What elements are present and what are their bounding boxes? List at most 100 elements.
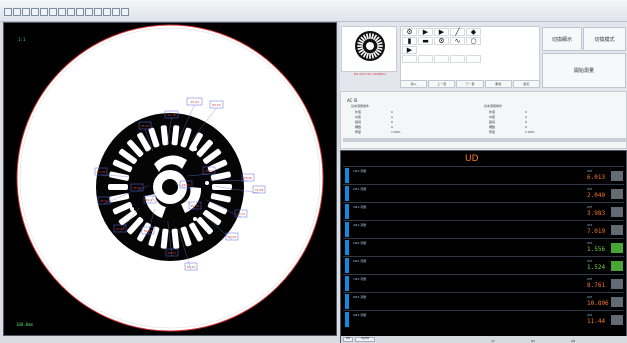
thumbnail-caption: DS-Q0.0 50-12468(1) (353, 72, 387, 76)
dimension-label: 48.81 (100, 199, 109, 203)
switch-display-button[interactable]: 切換顯示 (542, 27, 582, 51)
zoom-out-icon[interactable] (31, 8, 39, 16)
dimension-label: 60.22 (187, 265, 196, 269)
switch-mode-button[interactable]: 切換模式 (583, 27, 626, 51)
row-status-badge (611, 207, 623, 217)
measurement-row[interactable]: 4#1-測量 OM 7.019 (343, 220, 624, 237)
left-param-value: 1.00% (391, 130, 401, 134)
circle-icon[interactable] (67, 8, 75, 16)
measurement-results-panel[interactable]: UD 1#1-測量 OM 6.013 2#1-測量 OM 2.040 3#1-測… (340, 150, 627, 343)
row-indicator (345, 186, 349, 201)
measurement-result-tab[interactable]: 測量結果 (355, 337, 375, 342)
row-indicator (345, 204, 349, 219)
row-status-badge (611, 315, 623, 325)
row-status-badge (611, 297, 623, 307)
action-bar: 導入 上一頁 下一頁 刪除 確定 (400, 80, 541, 88)
block-icon[interactable]: ▬ (418, 37, 433, 45)
empty-slot[interactable] (402, 55, 417, 63)
result-tab[interactable]: 結果 (343, 337, 353, 342)
circle-icon[interactable]: ○ (466, 37, 481, 45)
confirm-button[interactable]: 確定 (512, 80, 541, 88)
dimension-label: 26.20 (182, 183, 191, 187)
row-label: 2#1-測量 (353, 187, 367, 191)
dimension-label: 45.76 (167, 113, 176, 117)
row-indicator (345, 258, 349, 273)
zoom-in-icon[interactable] (22, 8, 30, 16)
measurement-row[interactable]: 7#2-測量 OM 8.761 (343, 274, 624, 291)
delete-button[interactable]: 刪除 (484, 80, 512, 88)
empty-slot[interactable] (450, 55, 465, 63)
right-param-label: 厚度 (489, 130, 496, 134)
measurement-viewer[interactable]: 35.94 82.50 45.76 28.36 63.68 36.40 48.81 40.53… (3, 22, 337, 336)
measurement-row[interactable]: 2#1-測量 OM 2.040 (343, 184, 624, 201)
row-status-badge (611, 171, 623, 181)
rectangle-icon[interactable] (58, 8, 66, 16)
dimension-label: 35.00 (205, 169, 214, 173)
row-value: 1.556 (587, 246, 606, 253)
gear-icon[interactable]: ⚙ (434, 37, 449, 45)
left-param-header: 基本測量條件 (351, 104, 370, 108)
left-param-label: 內徑 (355, 115, 362, 119)
bar-icon[interactable]: ▮ (402, 37, 417, 45)
save-icon[interactable] (13, 8, 21, 16)
row-value: 3.983 (587, 210, 606, 217)
empty-slot[interactable] (434, 55, 449, 63)
row-label: 7#2-測量 (353, 277, 367, 281)
right-param-label: 內徑 (489, 115, 496, 119)
next-page-button[interactable]: 下一頁 (456, 80, 484, 88)
left-param-value: 0 (391, 110, 393, 114)
measurement-row[interactable]: 5#2-測量 OM 1.556 (343, 238, 624, 255)
settings-icon[interactable] (85, 8, 93, 16)
row-label: 6#2-測量 (353, 259, 367, 263)
stator-slot (212, 184, 232, 190)
dimension-label: 74.64 (255, 188, 264, 192)
grid-icon[interactable] (76, 8, 84, 16)
diamond-icon[interactable]: ◆ (466, 28, 481, 36)
measurement-row[interactable]: 6#2-測量 OM 1.524 (343, 256, 624, 273)
line-icon[interactable] (49, 8, 57, 16)
top-toolbar (0, 0, 627, 22)
row-unit-label: OM (587, 169, 592, 173)
info-icon[interactable] (121, 8, 129, 16)
import-button[interactable]: 導入 (400, 80, 428, 88)
line-icon[interactable]: ╱ (450, 28, 465, 36)
measurement-row[interactable]: 8#3-測量 OM 10.806 (343, 292, 624, 309)
print-icon[interactable] (103, 8, 111, 16)
measurement-row[interactable]: 1#1-測量 OM 6.013 (343, 166, 624, 183)
row-label: 9#3-測量 (353, 313, 367, 317)
play-icon[interactable]: ▶ (402, 46, 417, 54)
right-param-value: 1.00% (525, 130, 535, 134)
wave-icon[interactable]: ∿ (450, 37, 465, 45)
open-icon[interactable] (4, 8, 12, 16)
empty-slot[interactable] (418, 55, 433, 63)
row-status-badge (611, 261, 623, 271)
dimension-label: 58.67 (168, 251, 177, 255)
measurement-row[interactable]: 9#3-測量 OM 11.44 (343, 310, 624, 327)
empty-slot[interactable] (466, 55, 481, 63)
play-icon[interactable]: ▶ (434, 28, 449, 36)
row-indicator (345, 276, 349, 291)
row-status-badge (611, 189, 623, 199)
row-label: 1#1-測量 (353, 169, 367, 173)
tool-grid: ⚙ ▶ ▶ ╱ ◆ ▮ ▬ ⚙ ∿ ○ ▶ (400, 26, 540, 82)
dimension-label: 50.05 (144, 229, 153, 233)
row-label: 4#1-測量 (353, 223, 367, 227)
row-value: 7.019 (587, 228, 606, 235)
start-measure-button[interactable]: 開始測量 (542, 53, 626, 88)
row-indicator (345, 240, 349, 255)
right-param-header: 基本測量條件 (484, 104, 503, 108)
gear-icon[interactable]: ⚙ (402, 28, 417, 36)
left-param-label: 鍵寬 (355, 120, 362, 124)
prev-page-button[interactable]: 上一頁 (428, 80, 456, 88)
row-unit-label: OM (587, 295, 592, 299)
right-param-label: 外徑 (489, 110, 496, 114)
right-param-value: 0 (525, 115, 527, 119)
play-icon[interactable]: ▶ (418, 28, 433, 36)
left-param-value: 0 (391, 125, 393, 129)
measure-icon[interactable] (40, 8, 48, 16)
measurement-row[interactable]: 3#1-測量 OM 3.983 (343, 202, 624, 219)
export-icon[interactable] (94, 8, 102, 16)
left-param-value: 0 (391, 120, 393, 124)
help-icon[interactable] (112, 8, 120, 16)
param-title: AC IS (347, 98, 358, 103)
